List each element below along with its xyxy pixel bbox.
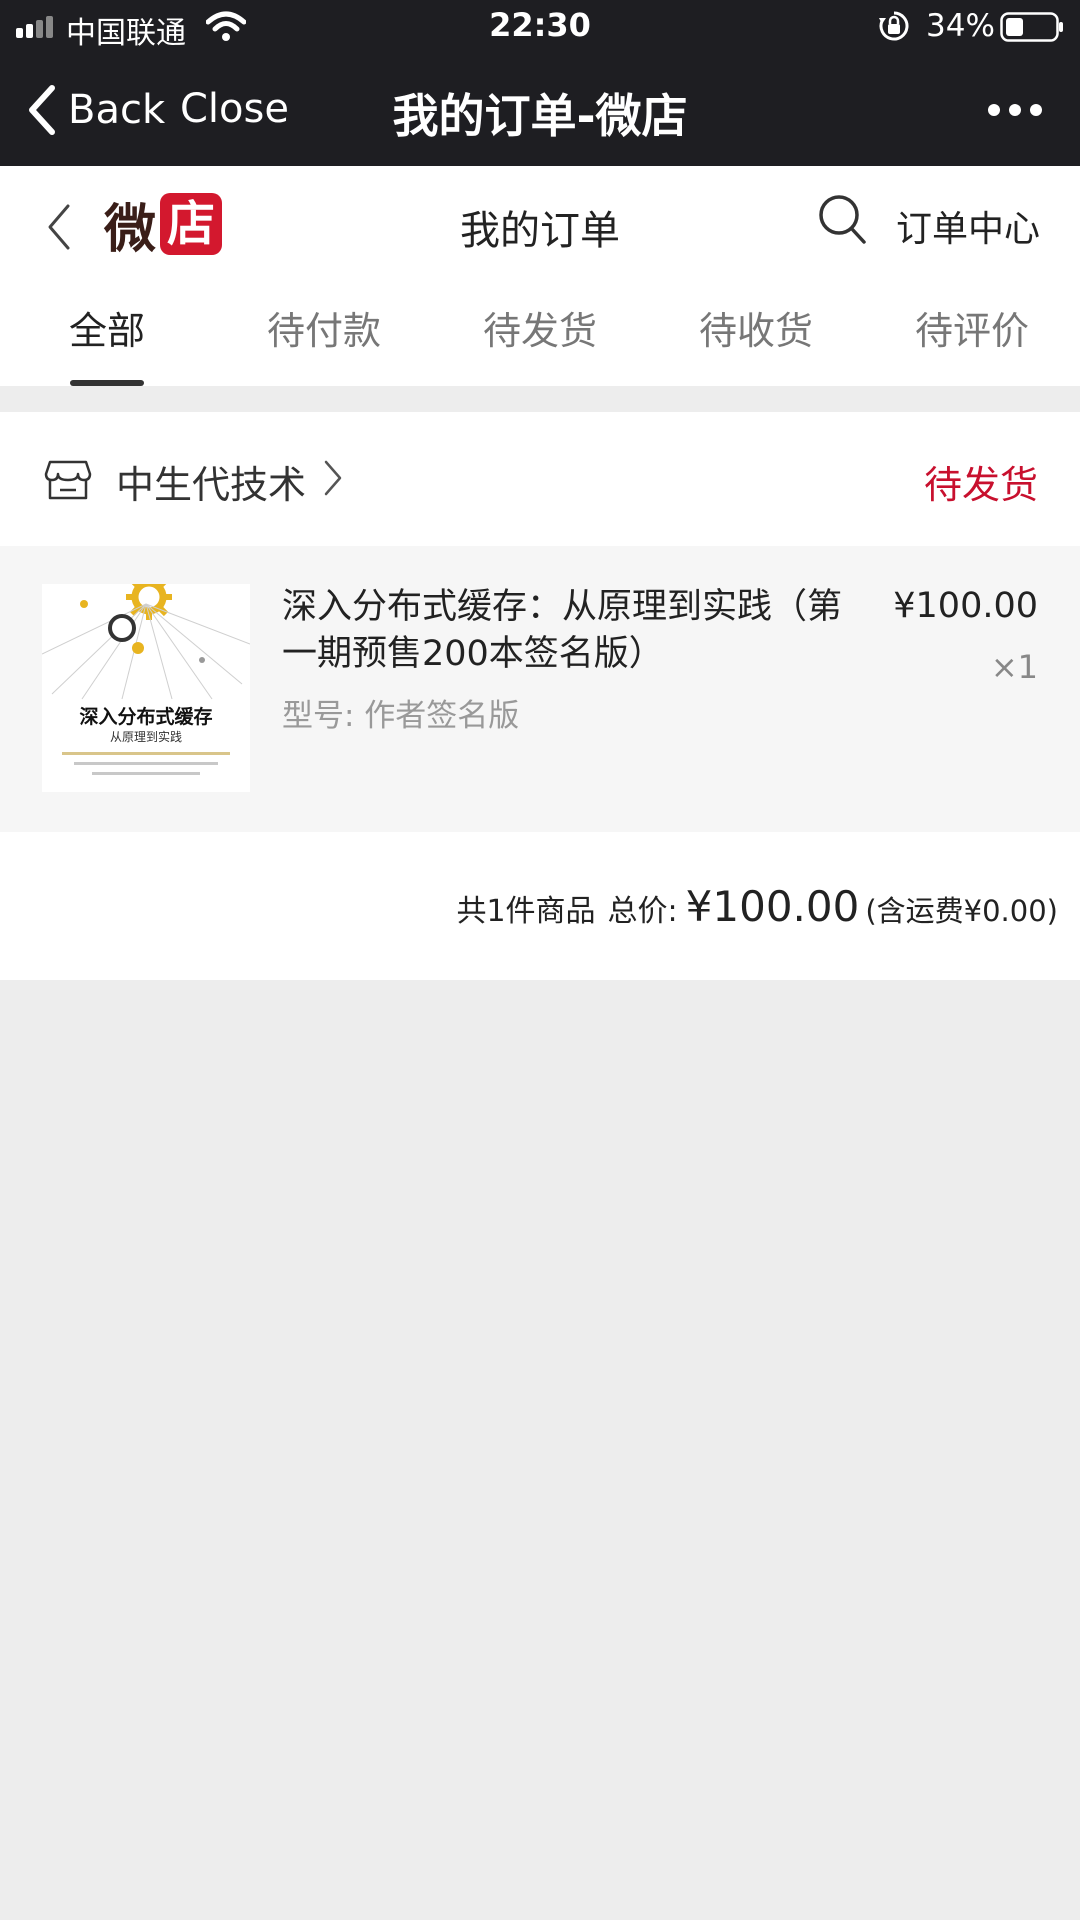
- shipping-fee: (含运费¥0.00): [865, 894, 1058, 928]
- tab-pending-receipt[interactable]: 待收货: [682, 276, 830, 386]
- tab-pending-review[interactable]: 待评价: [898, 276, 1046, 386]
- order-item[interactable]: 深入分布式缓存 从原理到实践 深入分布式缓存：从原理到实践（第一期预售200本签…: [0, 546, 1080, 832]
- search-icon[interactable]: [818, 194, 868, 246]
- active-tab-indicator: [70, 380, 144, 386]
- order-center-link[interactable]: 订单中心: [896, 200, 1040, 252]
- tab-pending-shipment[interactable]: 待发货: [466, 276, 614, 386]
- battery-percent: 34%: [926, 8, 995, 44]
- tab-pending-payment[interactable]: 待付款: [250, 276, 398, 386]
- tab-all[interactable]: 全部: [36, 276, 178, 386]
- order-status: 待发货: [923, 463, 1038, 507]
- webview-nav-bar: Back Close 我的订单-微店: [0, 56, 1080, 166]
- total-amount: ¥100.00: [685, 882, 860, 931]
- product-title[interactable]: 深入分布式缓存：从原理到实践（第一期预售200本签名版）: [282, 584, 872, 678]
- item-count: 共1件商品: [456, 894, 596, 929]
- rotation-lock-icon: [879, 11, 909, 41]
- product-spec: 型号: 作者签名版: [282, 698, 520, 734]
- shop-name[interactable]: 中生代技术: [116, 454, 306, 509]
- top-bar: 中国联通 22:30 34% Back Close 我的订单-微店: [0, 0, 1080, 166]
- order-summary: 共1件商品 总价: ¥100.00 (含运费¥0.00): [0, 832, 1080, 980]
- order-tabs: 全部 待付款 待发货 待收货 待评价: [0, 276, 1080, 386]
- battery-icon: [1000, 12, 1063, 42]
- summary-line: 共1件商品 总价: ¥100.00 (含运费¥0.00): [456, 882, 1058, 931]
- product-price: ¥100.00: [893, 586, 1038, 626]
- status-bar: 中国联通 22:30 34%: [0, 0, 1080, 56]
- more-icon[interactable]: [986, 100, 1044, 120]
- product-thumbnail: 深入分布式缓存 从原理到实践: [42, 584, 250, 792]
- cover-title: 深入分布式缓存: [79, 706, 213, 728]
- chevron-right-icon: [324, 460, 342, 496]
- shop-icon: [44, 460, 92, 500]
- clock: 22:30: [489, 6, 591, 44]
- cover-decoration: [42, 600, 250, 700]
- cover-subtitle: 从原理到实践: [109, 730, 182, 744]
- cover-fine-print: [62, 752, 230, 775]
- shop-header[interactable]: 中生代技术 待发货: [0, 412, 1080, 546]
- webview-title: 我的订单-微店: [392, 89, 688, 143]
- product-quantity: ×1: [990, 648, 1038, 686]
- page-header: 微 店 我的订单 订单中心 全部 待付款 待发货 待收货 待评价: [0, 166, 1080, 386]
- total-label: 总价:: [607, 894, 678, 929]
